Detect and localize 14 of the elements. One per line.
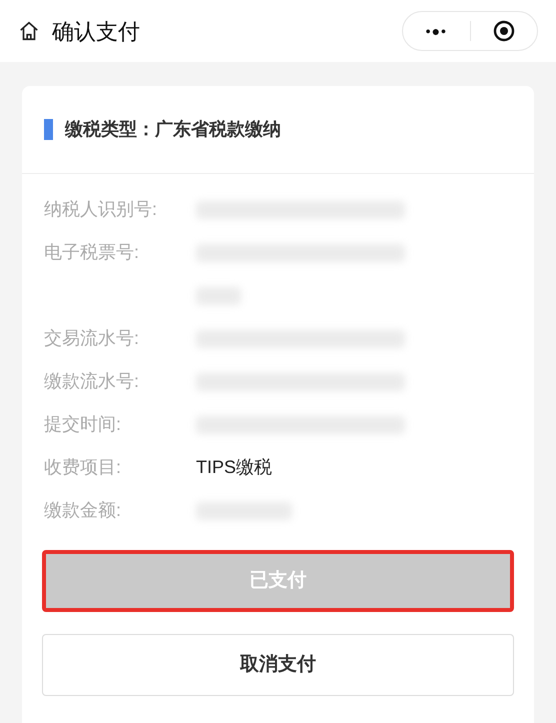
field-label: 交易流水号: (44, 327, 140, 350)
field-label: 收费项目: (44, 456, 122, 479)
field-label: 电子税票号: (44, 241, 140, 264)
field-label: 提交时间: (44, 413, 122, 436)
field-value: TIPS缴税 (196, 456, 272, 479)
cancel-button[interactable]: 取消支付 (42, 634, 514, 696)
page-title: 确认支付 (52, 18, 140, 46)
field-label: 缴款流水号: (44, 370, 140, 393)
home-icon[interactable] (18, 20, 40, 42)
target-icon (492, 20, 515, 42)
field-label: 纳税人识别号: (44, 198, 158, 221)
section-title: 缴税类型：广东省税款缴纳 (65, 118, 281, 141)
field-label: 缴款金额: (44, 499, 122, 522)
accent-bar (44, 119, 53, 140)
